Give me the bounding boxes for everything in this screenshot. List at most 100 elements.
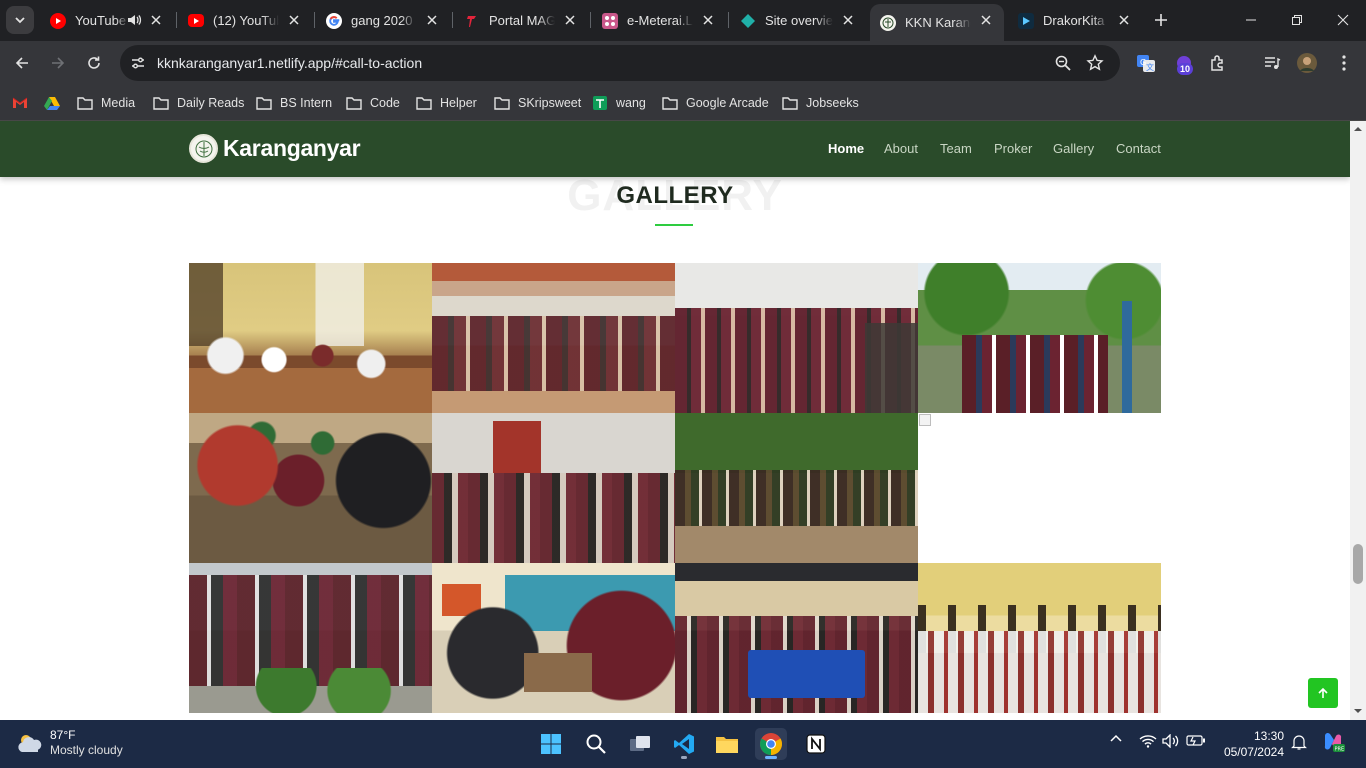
nav-proker[interactable]: Proker [994, 141, 1032, 156]
site-info-icon[interactable] [128, 53, 148, 73]
close-tab-icon[interactable] [700, 12, 716, 28]
nav-gallery[interactable]: Gallery [1053, 141, 1094, 156]
chrome-menu-icon[interactable] [1332, 51, 1356, 75]
volume-icon[interactable] [1162, 734, 1180, 748]
zoom-icon[interactable] [1054, 54, 1072, 77]
extensions-puzzle-icon[interactable] [1206, 51, 1230, 75]
search-button[interactable] [580, 728, 612, 760]
bookmark-folder-daily-reads[interactable]: Daily Reads [153, 92, 244, 114]
gallery-photo[interactable] [918, 263, 1161, 413]
arrow-right-icon [52, 57, 65, 69]
chrome-app[interactable] [755, 728, 787, 760]
youtube-icon [50, 12, 66, 29]
bookmark-star-icon[interactable] [1086, 54, 1104, 77]
close-tab-icon[interactable] [978, 12, 994, 28]
tab-separator [452, 12, 453, 28]
bookmark-wang[interactable]: wang [592, 92, 646, 114]
tab-youtube-1[interactable]: YouTube [40, 4, 174, 37]
gallery-photo[interactable] [675, 263, 918, 413]
gallery-photo[interactable] [918, 563, 1161, 713]
close-tab-icon[interactable] [424, 12, 440, 28]
cloudy-weather-icon [18, 735, 42, 752]
bookmark-label: wang [616, 96, 646, 110]
bookmark-label: Jobseeks [806, 96, 859, 110]
bookmark-folder-media[interactable]: Media [77, 92, 135, 114]
task-view-icon [630, 736, 650, 751]
scroll-down-icon[interactable] [1354, 707, 1362, 715]
weather-widget[interactable]: 87°F Mostly cloudy [16, 728, 123, 758]
close-tab-icon[interactable] [1116, 12, 1132, 28]
section-title: GALLERY [616, 182, 734, 209]
tab-netlify[interactable]: Site overview [730, 4, 866, 37]
tab-youtube-2[interactable]: (12) YouTube [178, 4, 312, 37]
bookmark-folder-jobseeks[interactable]: Jobseeks [782, 92, 859, 114]
tab-search-button[interactable] [6, 6, 34, 34]
notion-app[interactable] [800, 728, 832, 760]
bookmark-label: Google Arcade [686, 96, 769, 110]
system-clock[interactable]: 13:30 05/07/2024 [1212, 728, 1284, 760]
gmail-icon [12, 97, 28, 108]
battery-icon[interactable] [1186, 734, 1206, 746]
close-window-button[interactable] [1320, 0, 1366, 40]
tray-overflow-button[interactable] [1108, 734, 1124, 742]
nav-about[interactable]: About [884, 141, 918, 156]
close-tab-icon[interactable] [562, 12, 578, 28]
svg-text:文: 文 [1146, 62, 1154, 72]
tab-title: Portal MAGE [489, 13, 555, 28]
nav-home[interactable]: Home [828, 141, 864, 156]
site-logo-link[interactable]: Karanganyar [189, 134, 361, 163]
task-view-button[interactable] [624, 728, 656, 760]
back-to-top-button[interactable] [1308, 678, 1338, 708]
address-bar[interactable]: kknkaranganyar1.netlify.app/#call-to-act… [120, 45, 1120, 81]
forward-button[interactable] [45, 50, 71, 76]
scroll-up-icon[interactable] [1354, 125, 1362, 133]
url-text[interactable]: kknkaranganyar1.netlify.app/#call-to-act… [157, 55, 422, 71]
bookmark-folder-code[interactable]: Code [346, 92, 400, 114]
google-drive-icon [44, 97, 60, 110]
gallery-photo[interactable] [189, 263, 432, 413]
copilot-icon[interactable]: PRE [1320, 730, 1346, 754]
speaker-icon[interactable] [126, 12, 142, 31]
gallery-photo-broken[interactable] [918, 413, 1161, 563]
reload-button[interactable] [81, 50, 107, 76]
wifi-icon[interactable] [1139, 734, 1157, 748]
tab-portal[interactable]: Portal MAGE [454, 4, 588, 37]
bookmarks-bar: Media Daily Reads BS Intern Code Helper … [0, 85, 1366, 121]
vscode-app[interactable] [668, 728, 700, 760]
bookmark-folder-google-arcade[interactable]: Google Arcade [662, 92, 769, 114]
gallery-photo[interactable] [189, 413, 432, 563]
restore-button[interactable] [1274, 0, 1320, 40]
gallery-photo[interactable] [432, 263, 675, 413]
gallery-photo[interactable] [675, 563, 918, 713]
tab-emeterai[interactable]: e-Meterai.Liv [592, 4, 726, 37]
gallery-photo[interactable] [675, 413, 918, 563]
nav-team[interactable]: Team [940, 141, 972, 156]
minimize-button[interactable] [1228, 0, 1274, 40]
gallery-photo[interactable] [189, 563, 432, 713]
page-scrollbar[interactable] [1350, 121, 1366, 720]
tab-drakorkita[interactable]: DrakorKita - [1008, 4, 1142, 37]
close-tab-icon[interactable] [286, 12, 302, 28]
tab-google[interactable]: gang 2020 - [316, 4, 450, 37]
back-button[interactable] [9, 50, 35, 76]
scroll-thumb[interactable] [1353, 544, 1363, 584]
translate-extension-icon[interactable]: G文 [1134, 51, 1158, 75]
notifications-bell-icon[interactable] [1290, 734, 1308, 750]
close-tab-icon[interactable] [148, 12, 164, 28]
bookmark-folder-skripsweet[interactable]: SKripsweet [494, 92, 581, 114]
drive-bookmark[interactable] [44, 92, 68, 114]
file-explorer-app[interactable] [711, 728, 743, 760]
gmail-bookmark[interactable] [12, 92, 36, 114]
new-tab-button[interactable] [1151, 10, 1171, 30]
close-tab-icon[interactable] [840, 12, 856, 28]
bookmark-folder-bs-intern[interactable]: BS Intern [256, 92, 332, 114]
bookmark-folder-helper[interactable]: Helper [416, 92, 477, 114]
search-icon [586, 734, 606, 754]
start-button[interactable] [535, 728, 567, 760]
nav-contact[interactable]: Contact [1116, 141, 1161, 156]
media-control-icon[interactable] [1260, 51, 1284, 75]
profile-avatar[interactable] [1295, 51, 1319, 75]
gallery-photo[interactable] [432, 413, 675, 563]
tab-kkn-karanganyar[interactable]: KKN Karanga [870, 4, 1004, 41]
gallery-photo[interactable] [432, 563, 675, 713]
